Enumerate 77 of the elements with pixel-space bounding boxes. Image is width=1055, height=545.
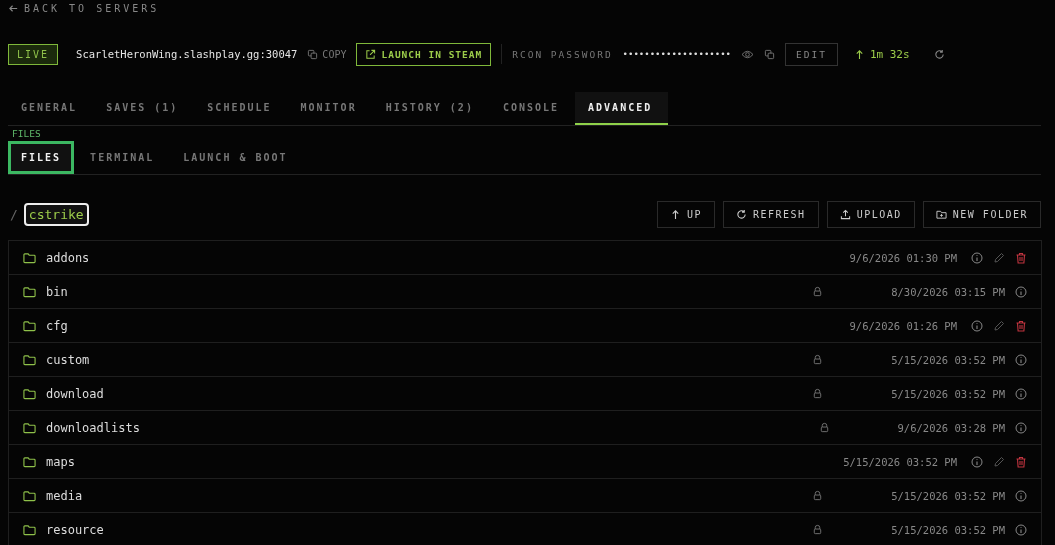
password-value: •••••••••••••••••••• bbox=[622, 49, 731, 59]
info-icon[interactable] bbox=[1015, 523, 1027, 536]
subtab[interactable]: LAUNCH & BOOT bbox=[170, 141, 301, 174]
modified-date: 8/30/2026 03:15 PM bbox=[891, 285, 1005, 298]
refresh-icon[interactable] bbox=[933, 48, 945, 60]
eye-icon[interactable] bbox=[741, 48, 754, 60]
info-icon[interactable] bbox=[971, 455, 983, 468]
modified-date: 5/15/2026 03:52 PM bbox=[891, 353, 1005, 366]
upload-icon bbox=[839, 208, 851, 220]
folder-name[interactable]: media bbox=[46, 488, 83, 503]
folder-name[interactable]: maps bbox=[46, 454, 75, 469]
tab[interactable]: CONSOLE bbox=[489, 92, 576, 125]
rcon-label: RCON PASSWORD bbox=[512, 48, 613, 60]
breadcrumb-folder[interactable]: cstrike bbox=[23, 202, 89, 226]
status-badge: LIVE bbox=[8, 43, 59, 65]
info-icon[interactable] bbox=[1015, 387, 1027, 400]
folder-icon bbox=[23, 251, 36, 264]
modified-date: 5/15/2026 03:52 PM bbox=[891, 523, 1005, 536]
up-button[interactable]: UP bbox=[656, 200, 715, 228]
folder-plus-icon bbox=[935, 208, 947, 220]
arrow-left-icon bbox=[8, 3, 19, 14]
section-label: FILES bbox=[12, 128, 42, 139]
tab[interactable]: MONITOR bbox=[287, 92, 373, 125]
new-folder-button[interactable]: NEW FOLDER bbox=[922, 200, 1041, 228]
folder-icon bbox=[23, 285, 36, 298]
pencil-icon[interactable] bbox=[993, 455, 1005, 468]
subtab[interactable]: FILES bbox=[8, 141, 75, 174]
edit-button[interactable]: EDIT bbox=[785, 42, 838, 66]
folder-name[interactable]: cfg bbox=[46, 318, 68, 333]
info-icon[interactable] bbox=[971, 251, 983, 264]
modified-date: 9/6/2026 03:28 PM bbox=[897, 421, 1005, 434]
trash-icon[interactable] bbox=[1015, 251, 1027, 264]
back-link[interactable]: BACK TO SERVERS bbox=[8, 3, 160, 14]
pencil-icon[interactable] bbox=[993, 319, 1005, 332]
folder-name[interactable]: downloadlists bbox=[46, 420, 140, 435]
launch-button[interactable]: LAUNCH IN STEAM bbox=[356, 42, 492, 66]
folder-icon bbox=[23, 523, 36, 536]
server-address: ScarletHeronWing.slashplay.gg:30047 bbox=[76, 48, 298, 60]
uptime-value: 1m 32s bbox=[869, 47, 910, 61]
folder-icon bbox=[23, 489, 36, 502]
modified-date: 9/6/2026 01:26 PM bbox=[849, 319, 957, 332]
folder-name[interactable]: custom bbox=[46, 352, 90, 367]
folder-name[interactable]: download bbox=[46, 386, 104, 401]
tab[interactable]: ADVANCED bbox=[575, 92, 669, 125]
info-icon[interactable] bbox=[1015, 421, 1027, 434]
folder-name[interactable]: addons bbox=[46, 250, 90, 265]
info-icon[interactable] bbox=[971, 319, 983, 332]
tab[interactable]: SAVES (1) bbox=[93, 92, 195, 125]
modified-date: 5/15/2026 03:52 PM bbox=[891, 489, 1005, 502]
folder-name[interactable]: bin bbox=[46, 284, 68, 299]
tab[interactable]: HISTORY (2) bbox=[372, 92, 490, 125]
copy-icon bbox=[307, 48, 319, 60]
folder-icon bbox=[23, 455, 36, 468]
folder-icon bbox=[23, 319, 36, 332]
trash-icon[interactable] bbox=[1015, 319, 1027, 332]
folder-name[interactable]: resource bbox=[46, 522, 104, 537]
modified-date: 5/15/2026 03:52 PM bbox=[891, 387, 1005, 400]
external-link-icon bbox=[365, 48, 377, 60]
modified-date: 9/6/2026 01:30 PM bbox=[849, 251, 957, 264]
folder-icon bbox=[23, 387, 36, 400]
tab[interactable]: SCHEDULE bbox=[194, 92, 288, 125]
refresh-icon bbox=[736, 208, 747, 220]
pencil-icon[interactable] bbox=[993, 251, 1005, 264]
folder-icon bbox=[23, 353, 36, 366]
folder-icon bbox=[23, 421, 36, 434]
upload-button[interactable]: UPLOAD bbox=[826, 200, 915, 228]
subtab[interactable]: TERMINAL bbox=[77, 141, 168, 174]
copy-button[interactable]: COPY bbox=[307, 48, 347, 60]
copy-icon[interactable] bbox=[764, 48, 775, 60]
refresh-button[interactable]: REFRESH bbox=[723, 200, 819, 228]
tab[interactable]: GENERAL bbox=[8, 92, 94, 125]
modified-date: 5/15/2026 03:52 PM bbox=[843, 455, 957, 468]
trash-icon[interactable] bbox=[1015, 455, 1027, 468]
info-icon[interactable] bbox=[1015, 285, 1027, 298]
info-icon[interactable] bbox=[1015, 489, 1027, 502]
path-separator: / bbox=[10, 206, 18, 222]
info-icon[interactable] bbox=[1015, 353, 1027, 366]
